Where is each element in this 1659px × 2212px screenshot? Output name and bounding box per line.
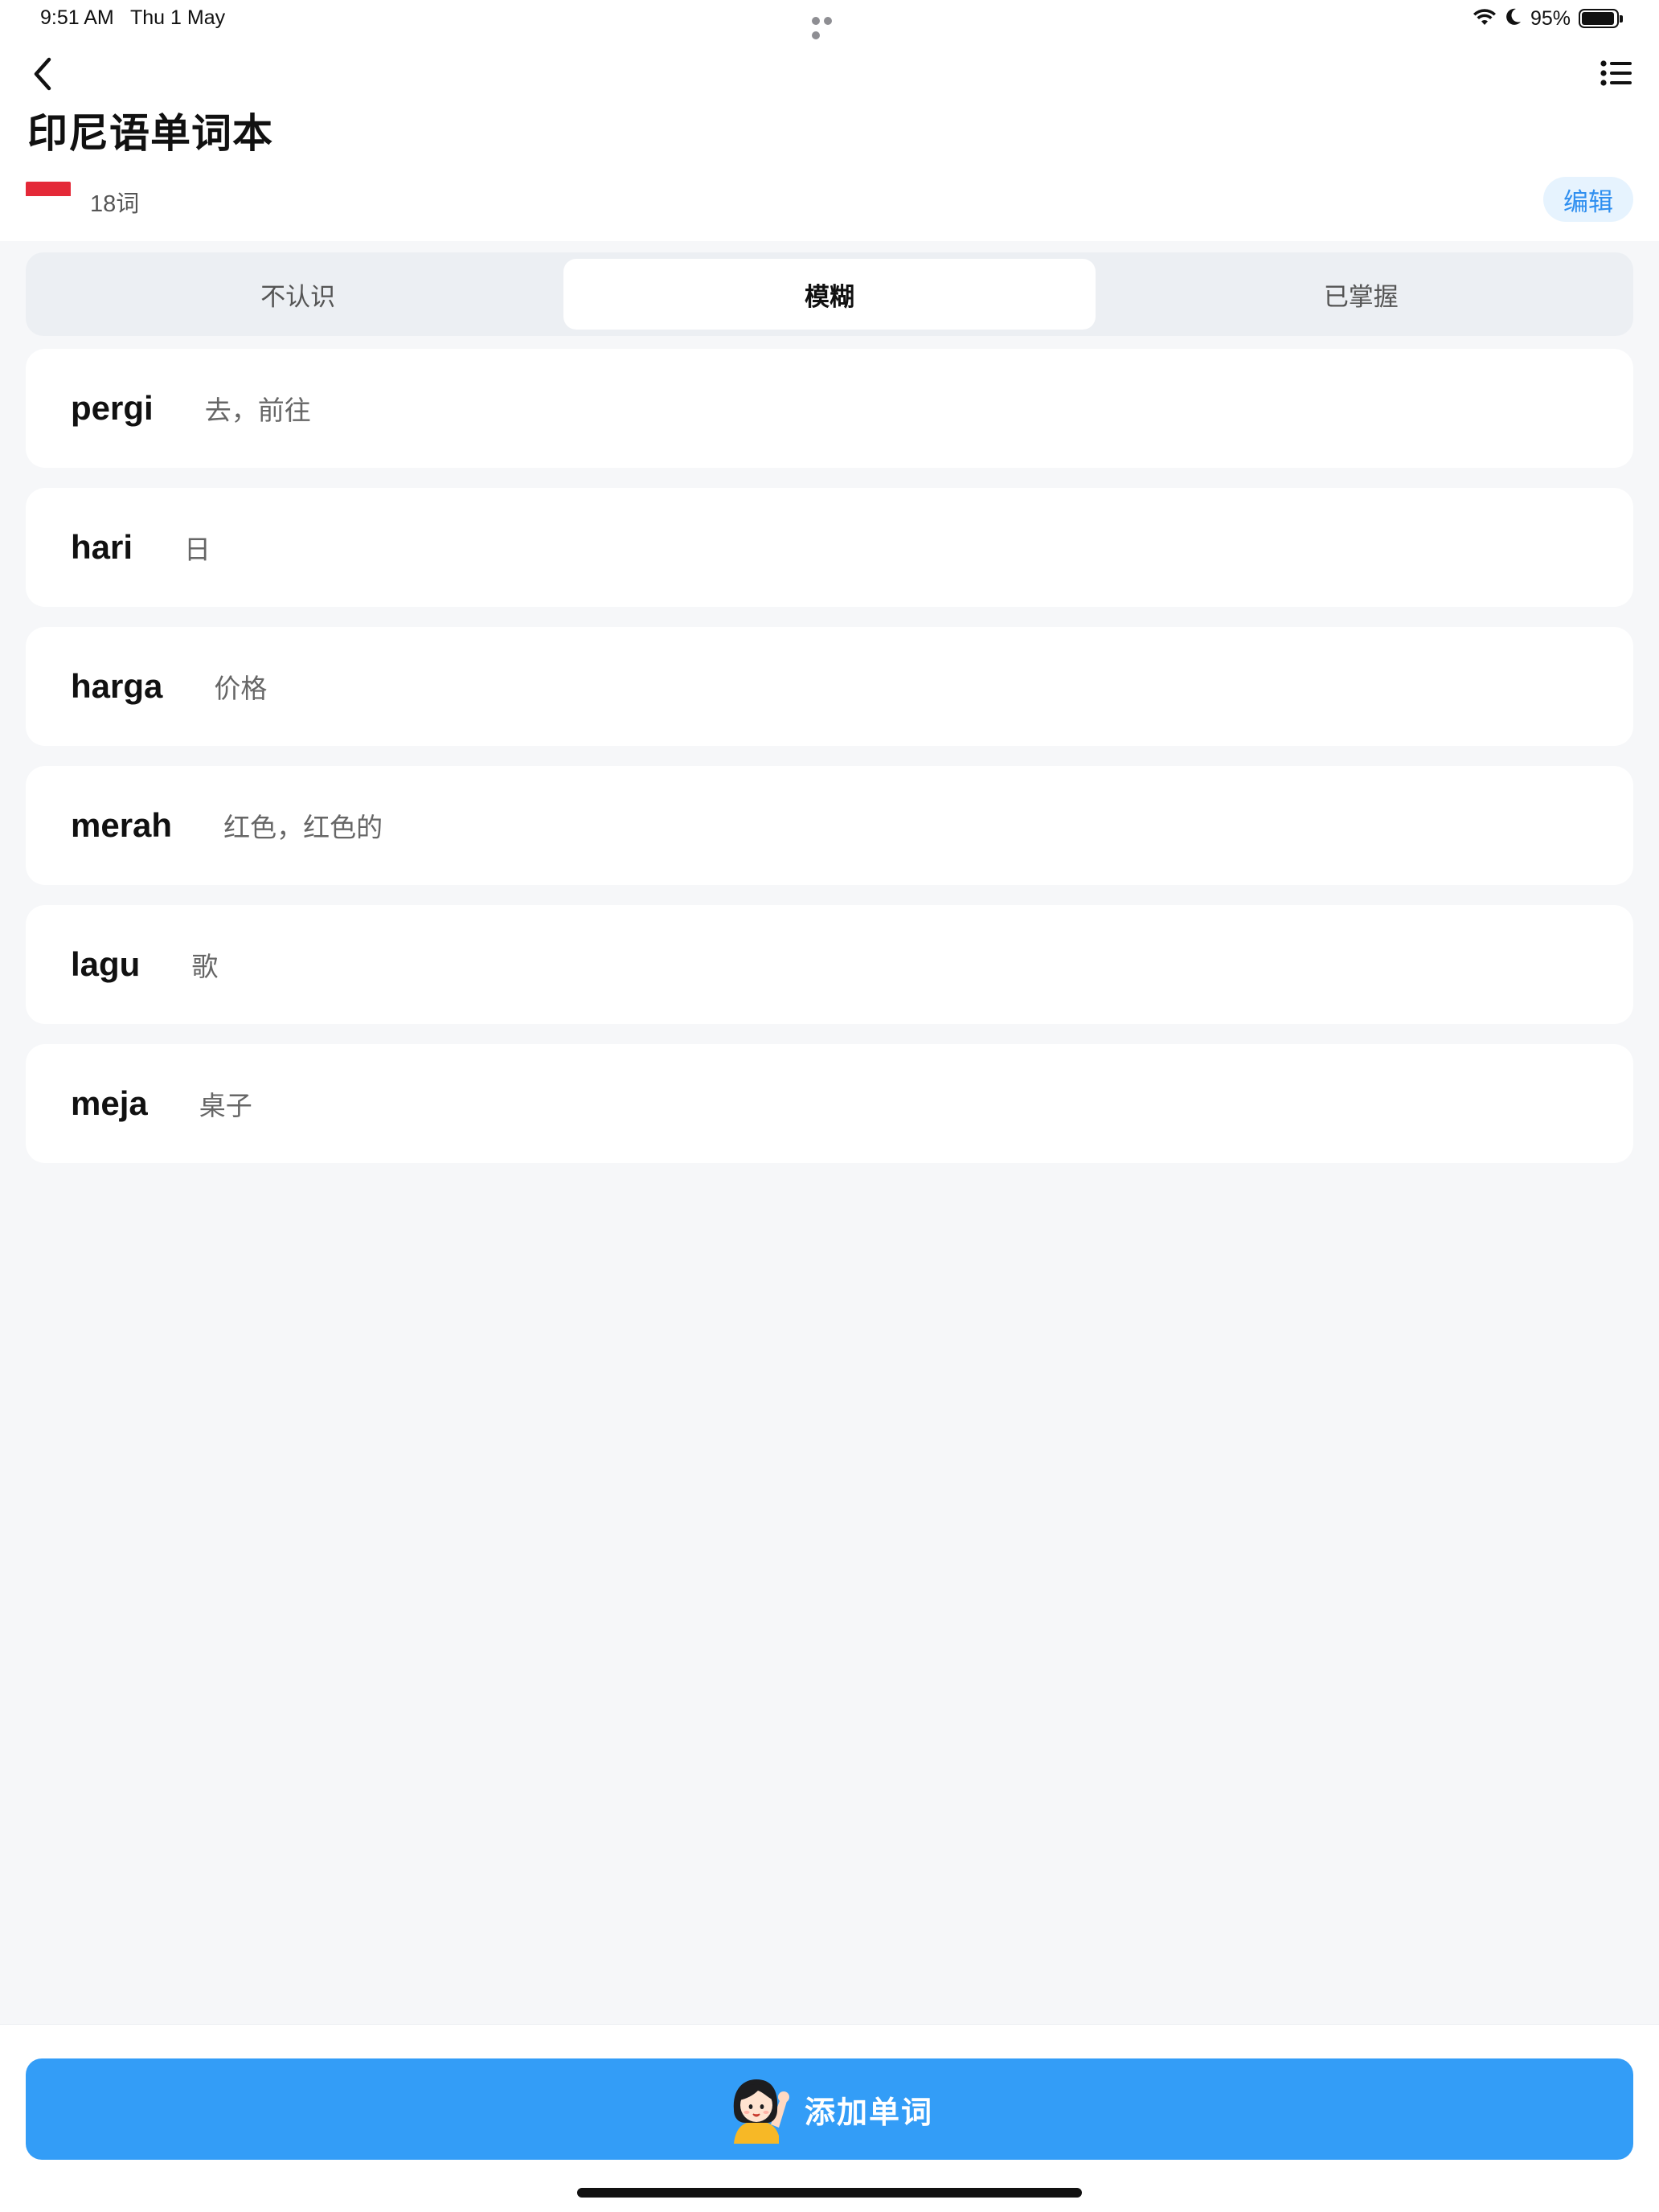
- list-menu-button[interactable]: [1596, 53, 1636, 93]
- word-text: meja: [71, 1084, 148, 1122]
- page-title: 印尼语单词本: [27, 111, 273, 156]
- add-word-label: 添加单词: [804, 2095, 933, 2130]
- waving-girl-icon: [733, 2079, 789, 2144]
- home-indicator[interactable]: [577, 2188, 1082, 2198]
- indonesia-flag-icon: [26, 182, 71, 211]
- word-card[interactable]: hari 日: [26, 488, 1633, 607]
- word-card[interactable]: meja 桌子: [26, 1044, 1633, 1163]
- battery-icon: [1579, 9, 1623, 28]
- word-list: pergi 去，前往 hari 日 harga 价格 merah 红色，红色的 …: [26, 349, 1633, 1183]
- word-card[interactable]: merah 红色，红色的: [26, 766, 1633, 885]
- battery-percentage: 95%: [1530, 6, 1571, 30]
- word-meaning: 价格: [214, 674, 268, 703]
- word-card[interactable]: harga 价格: [26, 627, 1633, 746]
- wifi-icon: [1473, 7, 1497, 31]
- word-text: merah: [71, 806, 173, 844]
- word-meaning: 去，前往: [204, 395, 311, 425]
- word-meaning: 红色，红色的: [223, 813, 383, 842]
- status-indicators: 95%: [1473, 5, 1623, 32]
- filter-tabs: 不认识 模糊 已掌握: [26, 252, 1633, 336]
- status-bar: 9:51 AM Thu 1 May 95%: [0, 0, 1659, 40]
- tab-unknown[interactable]: 不认识: [32, 259, 563, 330]
- battery-fill: [1582, 12, 1614, 25]
- back-button[interactable]: [23, 50, 63, 98]
- word-meaning: 日: [184, 535, 211, 564]
- word-count: 18词: [90, 191, 140, 217]
- word-text: hari: [71, 528, 133, 566]
- word-card[interactable]: pergi 去，前往: [26, 349, 1633, 468]
- tab-mastered[interactable]: 已掌握: [1096, 259, 1627, 330]
- list-icon: [1600, 60, 1632, 86]
- add-word-button[interactable]: 添加单词: [26, 2058, 1633, 2160]
- bottom-bar: 添加单词: [0, 2024, 1659, 2212]
- header: 印尼语单词本 18词 编辑: [0, 40, 1659, 241]
- word-text: lagu: [71, 945, 141, 983]
- status-date: Thu 1 May: [130, 6, 226, 29]
- word-text: harga: [71, 667, 163, 705]
- word-meaning: 歌: [191, 952, 219, 981]
- word-card[interactable]: lagu 歌: [26, 905, 1633, 1024]
- multitasking-dots-icon[interactable]: [812, 14, 847, 39]
- page: 9:51 AM Thu 1 May 95% 印尼语单词本 18词 编辑 不认识 …: [0, 0, 1659, 2212]
- word-meaning: 桌子: [199, 1091, 252, 1120]
- tab-fuzzy[interactable]: 模糊: [563, 259, 1096, 330]
- edit-button[interactable]: 编辑: [1543, 177, 1633, 222]
- moon-icon: [1505, 7, 1522, 31]
- word-text: pergi: [71, 389, 154, 427]
- status-time: 9:51 AM: [40, 6, 114, 29]
- chevron-left-icon: [34, 57, 51, 91]
